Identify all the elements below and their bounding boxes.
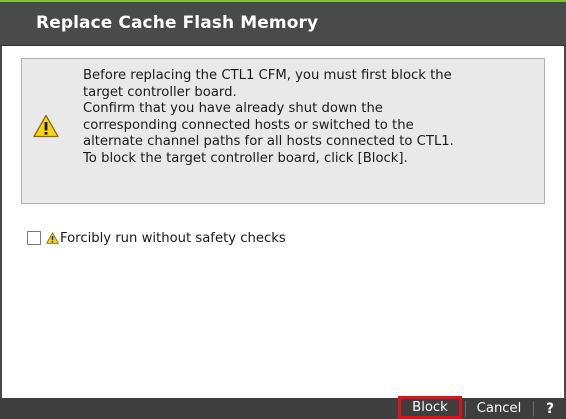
message-line: To block the target controller board, cl… <box>83 150 408 166</box>
message-line: Before replacing the CTL1 CFM, you must … <box>83 68 452 83</box>
message-panel: Before replacing the CTL1 CFM, you must … <box>21 58 545 204</box>
dialog-footer: Block Cancel ? <box>0 396 566 419</box>
help-button[interactable]: ? <box>536 398 564 419</box>
dialog-title: Replace Cache Flash Memory <box>36 13 319 33</box>
message-text: Before replacing the CTL1 CFM, you must … <box>83 68 543 167</box>
replace-cfm-dialog: Replace Cache Flash Memory Before replac… <box>0 0 566 419</box>
warning-icon <box>33 114 59 138</box>
cancel-button[interactable]: Cancel <box>467 398 531 419</box>
force-run-option[interactable]: Forcibly run without safety checks <box>27 229 286 247</box>
button-separator <box>533 401 534 417</box>
button-separator <box>465 401 466 417</box>
message-line: corresponding connected hosts or switche… <box>83 117 414 133</box>
dialog-titlebar: Replace Cache Flash Memory <box>0 2 566 46</box>
force-run-checkbox[interactable] <box>27 231 41 245</box>
message-line: Confirm that you have already shut down … <box>83 101 383 116</box>
message-line: alternate channel paths for all hosts co… <box>83 134 454 149</box>
block-button[interactable]: Block <box>398 396 462 419</box>
dialog-left-border <box>0 46 2 398</box>
warning-icon <box>46 232 59 244</box>
force-run-label[interactable]: Forcibly run without safety checks <box>60 231 286 246</box>
message-line: target controller board. <box>83 84 237 100</box>
